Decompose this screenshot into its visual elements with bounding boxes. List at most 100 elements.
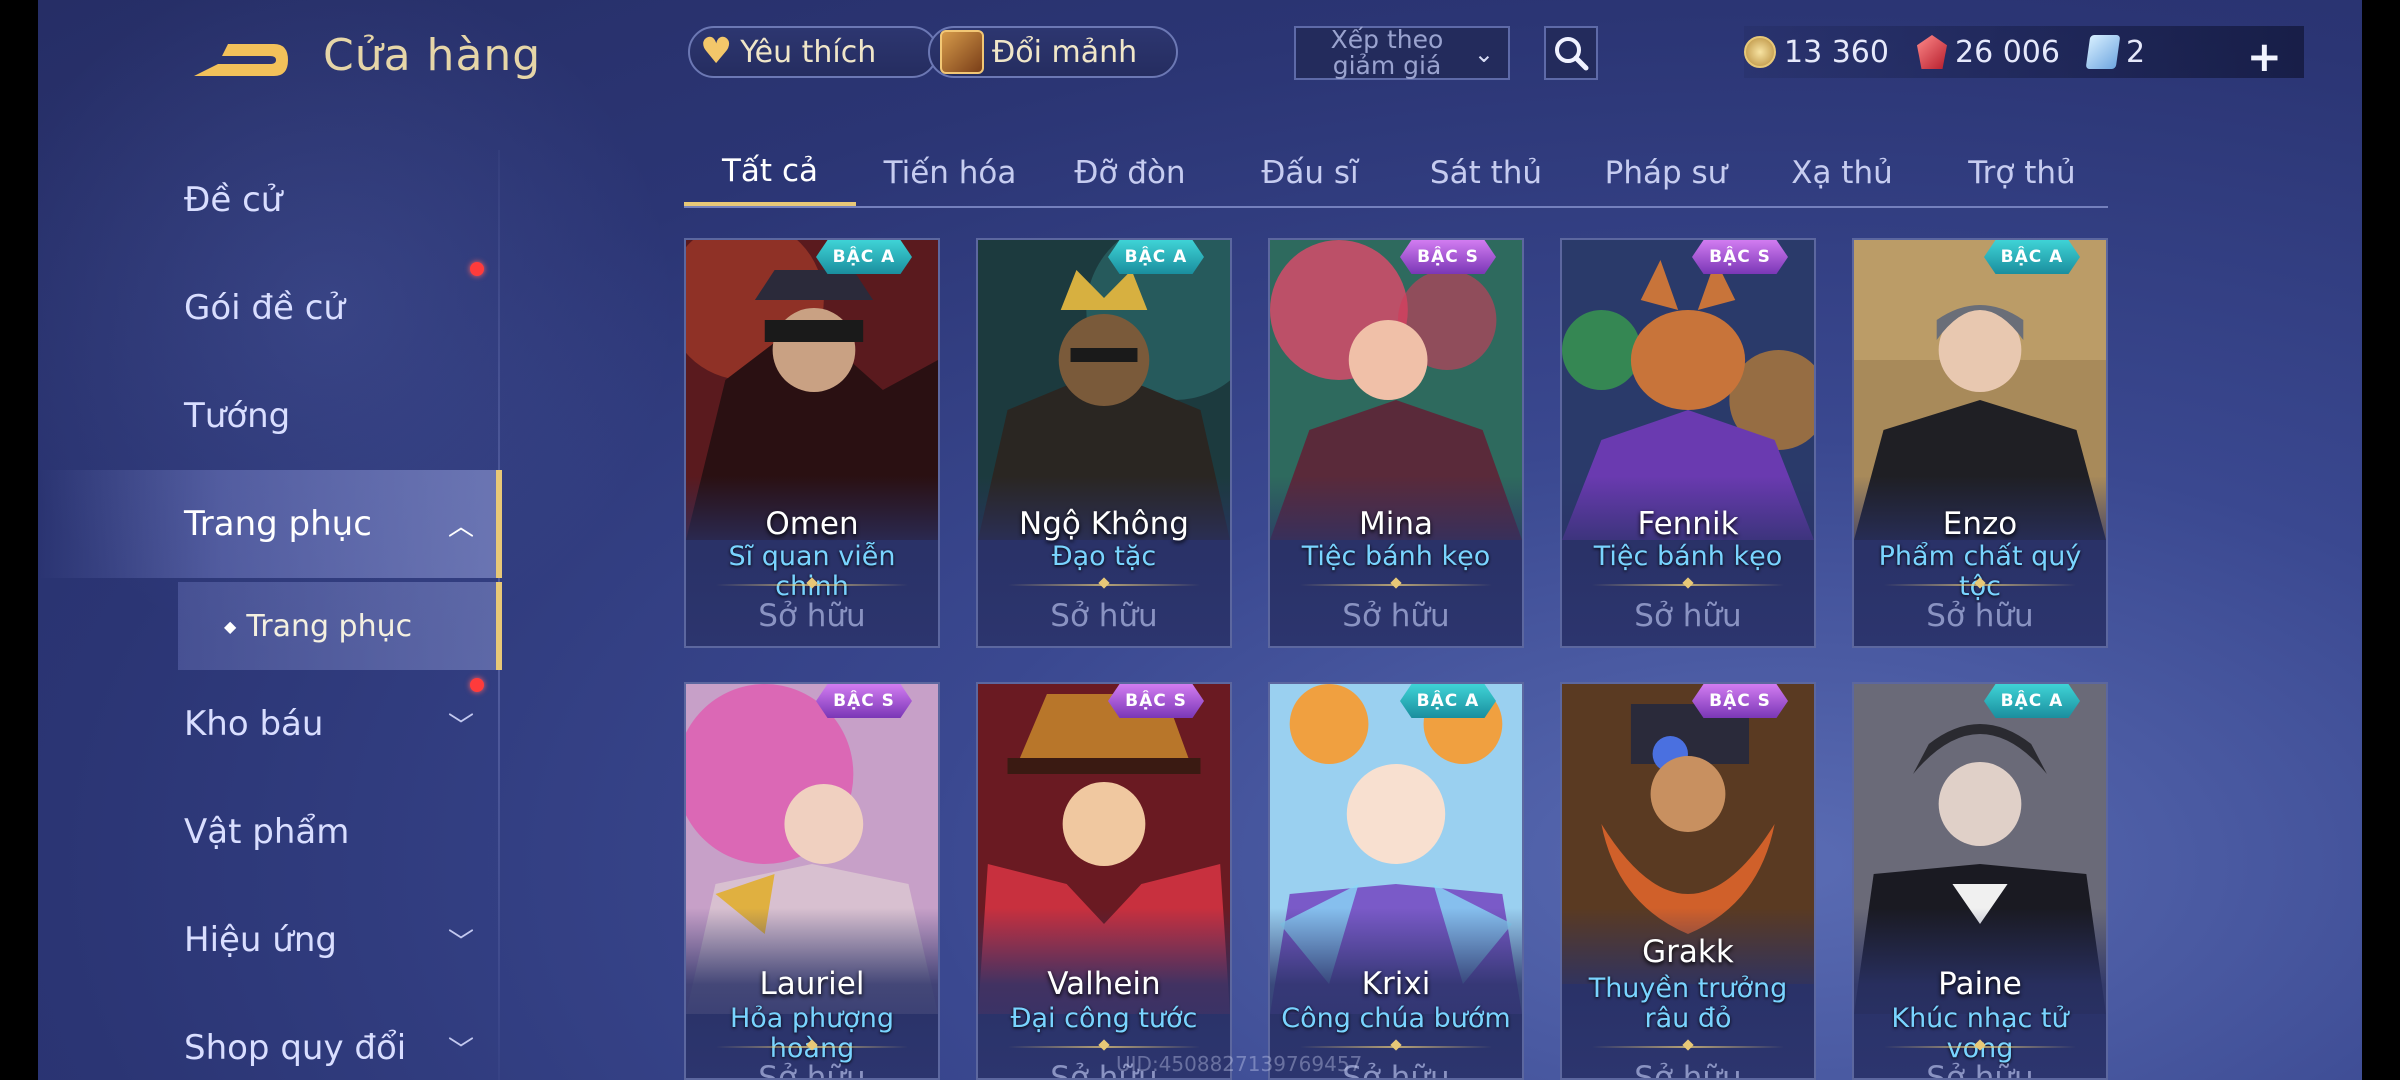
skin-card[interactable]: BẬC A Enzo Phẩm chất quý tộc Sở hữu — [1852, 238, 2108, 648]
skin-card[interactable]: BẬC S Valhein Đại công tước Sở hữu — [976, 682, 1232, 1080]
uid-watermark: UID:4508827139769457 — [1116, 1052, 1363, 1076]
left-letterbox — [0, 0, 38, 1080]
sidebar-item-label: Shop quy đổi — [184, 1028, 407, 1068]
add-currency-button[interactable]: + — [2247, 32, 2282, 81]
sidebar-item-treasure[interactable]: Kho báu ﹀ — [38, 670, 502, 778]
skin-name: Hỏa phượng hoàng — [729, 1003, 895, 1064]
card-divider — [1592, 584, 1784, 586]
card-divider — [1008, 1046, 1200, 1048]
sidebar-subitem-skins[interactable]: ◆ Trang phục — [178, 582, 502, 670]
skin-card[interactable]: BẬC A Omen Sĩ quan viễn chinh Sở hữu — [684, 238, 940, 648]
sidebar-item-label: Trang phục — [184, 504, 372, 544]
tab-support[interactable]: Trợ thủ — [1936, 140, 2108, 206]
gold-currency: 13 360 — [1744, 35, 1889, 70]
tab-tank[interactable]: Đỡ đòn — [1044, 140, 1216, 206]
hero-name: Paine — [1938, 966, 2022, 1002]
exchange-label: Đổi mảnh — [992, 34, 1138, 70]
hero-name: Omen — [765, 506, 859, 542]
sidebar-item-bundles[interactable]: Gói đề cử — [38, 254, 502, 362]
chevron-down-icon: ⌄ — [1473, 40, 1494, 68]
skin-name: Sĩ quan viễn chinh — [728, 541, 896, 602]
back-arrow-icon — [194, 44, 288, 76]
skin-card[interactable]: BẬC S Fennik Tiệc bánh kẹo Sở hữu — [1560, 238, 1816, 648]
tab-fighter[interactable]: Đấu sĩ — [1224, 140, 1396, 206]
search-icon — [1555, 37, 1589, 71]
skin-card[interactable]: BẬC A Paine Khúc nhạc tử vong Sở hữu — [1852, 682, 2108, 1080]
owned-status: Sở hữu — [1926, 598, 2034, 634]
rank-badge: BẬC A — [1108, 240, 1204, 274]
card-divider — [716, 584, 908, 586]
notification-dot — [470, 678, 484, 692]
category-tabs: Tất cả Tiến hóa Đỡ đòn Đấu sĩ Sát thủ Ph… — [684, 140, 2108, 208]
rank-badge: BẬC S — [1692, 240, 1788, 274]
skin-name: Thuyền trưởng râu đỏ — [1588, 973, 1788, 1034]
sort-dropdown[interactable]: Xếp theo giảm giá ⌄ — [1294, 26, 1510, 80]
sidebar-item-effects[interactable]: Hiệu ứng ﹀ — [38, 886, 502, 994]
sidebar-item-label: Hiệu ứng — [184, 920, 337, 960]
ruby-icon — [1916, 35, 1947, 69]
tab-all[interactable]: Tất cả — [684, 140, 856, 206]
voucher-icon — [2085, 35, 2121, 69]
skin-card[interactable]: BẬC A Ngộ Không Đạo tặc Sở hữu — [976, 238, 1232, 648]
hero-name: Mina — [1358, 506, 1433, 542]
rank-badge: BẬC A — [1400, 684, 1496, 718]
rank-badge: BẬC S — [816, 684, 912, 718]
sidebar-item-items[interactable]: Vật phẩm — [38, 778, 502, 886]
sidebar-item-heroes[interactable]: Tướng — [38, 362, 502, 470]
hero-name: Fennik — [1637, 506, 1739, 542]
tab-assassin[interactable]: Sát thủ — [1400, 140, 1572, 206]
card-divider — [1592, 1046, 1784, 1048]
skin-card[interactable]: BẬC S Grakk Thuyền trưởng râu đỏ Sở hữu — [1560, 682, 1816, 1080]
hero-name: Krixi — [1361, 966, 1431, 1002]
favorite-button[interactable]: ♥ Yêu thích — [688, 26, 938, 78]
heart-icon: ♥ — [700, 31, 733, 72]
skin-name: Khúc nhạc tử vong — [1891, 1003, 2069, 1064]
skin-name: Phẩm chất quý tộc — [1878, 541, 2082, 602]
card-divider — [1884, 1046, 2076, 1048]
sidebar-item-label: Tướng — [184, 396, 291, 436]
chevron-down-icon: ﹀ — [448, 1035, 475, 1066]
right-letterbox — [2362, 0, 2400, 1080]
sidebar-item-label: Đề cử — [184, 180, 283, 220]
sidebar-item-label: Vật phẩm — [184, 812, 350, 852]
card-divider — [1300, 584, 1492, 586]
gold-amount: 13 360 — [1784, 34, 1889, 70]
owned-status: Sở hữu — [758, 1060, 866, 1080]
card-divider — [1300, 1046, 1492, 1048]
sidebar-subitem-label: Trang phục — [246, 608, 413, 644]
rank-badge: BẬC S — [1108, 684, 1204, 718]
exchange-fragment-button[interactable]: Đổi mảnh — [928, 26, 1178, 78]
search-button[interactable] — [1544, 26, 1598, 80]
page-title: Cửa hàng — [323, 30, 542, 81]
back-button[interactable] — [188, 30, 298, 90]
owned-status: Sở hữu — [1634, 598, 1742, 634]
owned-status: Sở hữu — [1050, 598, 1158, 634]
rank-badge: BẬC A — [1984, 684, 2080, 718]
tab-mage[interactable]: Pháp sư — [1580, 140, 1752, 206]
skin-name: Đại công tước — [1010, 1003, 1198, 1034]
voucher-amount: 2 — [2125, 34, 2146, 70]
skin-name: Tiệc bánh kẹo — [1593, 541, 1783, 572]
sidebar-item-label: Gói đề cử — [184, 288, 345, 328]
tab-evolution[interactable]: Tiến hóa — [864, 140, 1036, 206]
skin-card[interactable]: BẬC S Lauriel Hỏa phượng hoàng Sở hữu — [684, 682, 940, 1080]
voucher-currency: 2 — [2085, 34, 2146, 70]
hero-name: Enzo — [1942, 506, 2018, 542]
currency-bar: 13 360 26 006 2 + — [1744, 26, 2304, 81]
tab-marksman[interactable]: Xạ thủ — [1756, 140, 1928, 206]
notification-dot — [470, 262, 484, 276]
hero-name: Grakk — [1642, 934, 1734, 970]
skin-card[interactable]: BẬC S Mina Tiệc bánh kẹo Sở hữu — [1268, 238, 1524, 648]
owned-status: Sở hữu — [1634, 1060, 1742, 1080]
chevron-up-icon: ︿ — [448, 511, 475, 542]
hero-name: Valhein — [1047, 966, 1161, 1002]
owned-status: Sở hữu — [1342, 598, 1450, 634]
ruby-currency: 26 006 — [1916, 34, 2060, 70]
card-divider — [716, 1046, 908, 1048]
sidebar-item-skins[interactable]: Trang phục ︿ — [38, 470, 502, 578]
favorite-label: Yêu thích — [740, 34, 877, 70]
ruby-amount: 26 006 — [1954, 34, 2060, 70]
sidebar-item-exchange-shop[interactable]: Shop quy đổi ﹀ — [38, 994, 502, 1080]
sidebar-item-recommended[interactable]: Đề cử — [38, 146, 502, 254]
skin-card[interactable]: BẬC A Krixi Công chúa bướm Sở hữu — [1268, 682, 1524, 1080]
